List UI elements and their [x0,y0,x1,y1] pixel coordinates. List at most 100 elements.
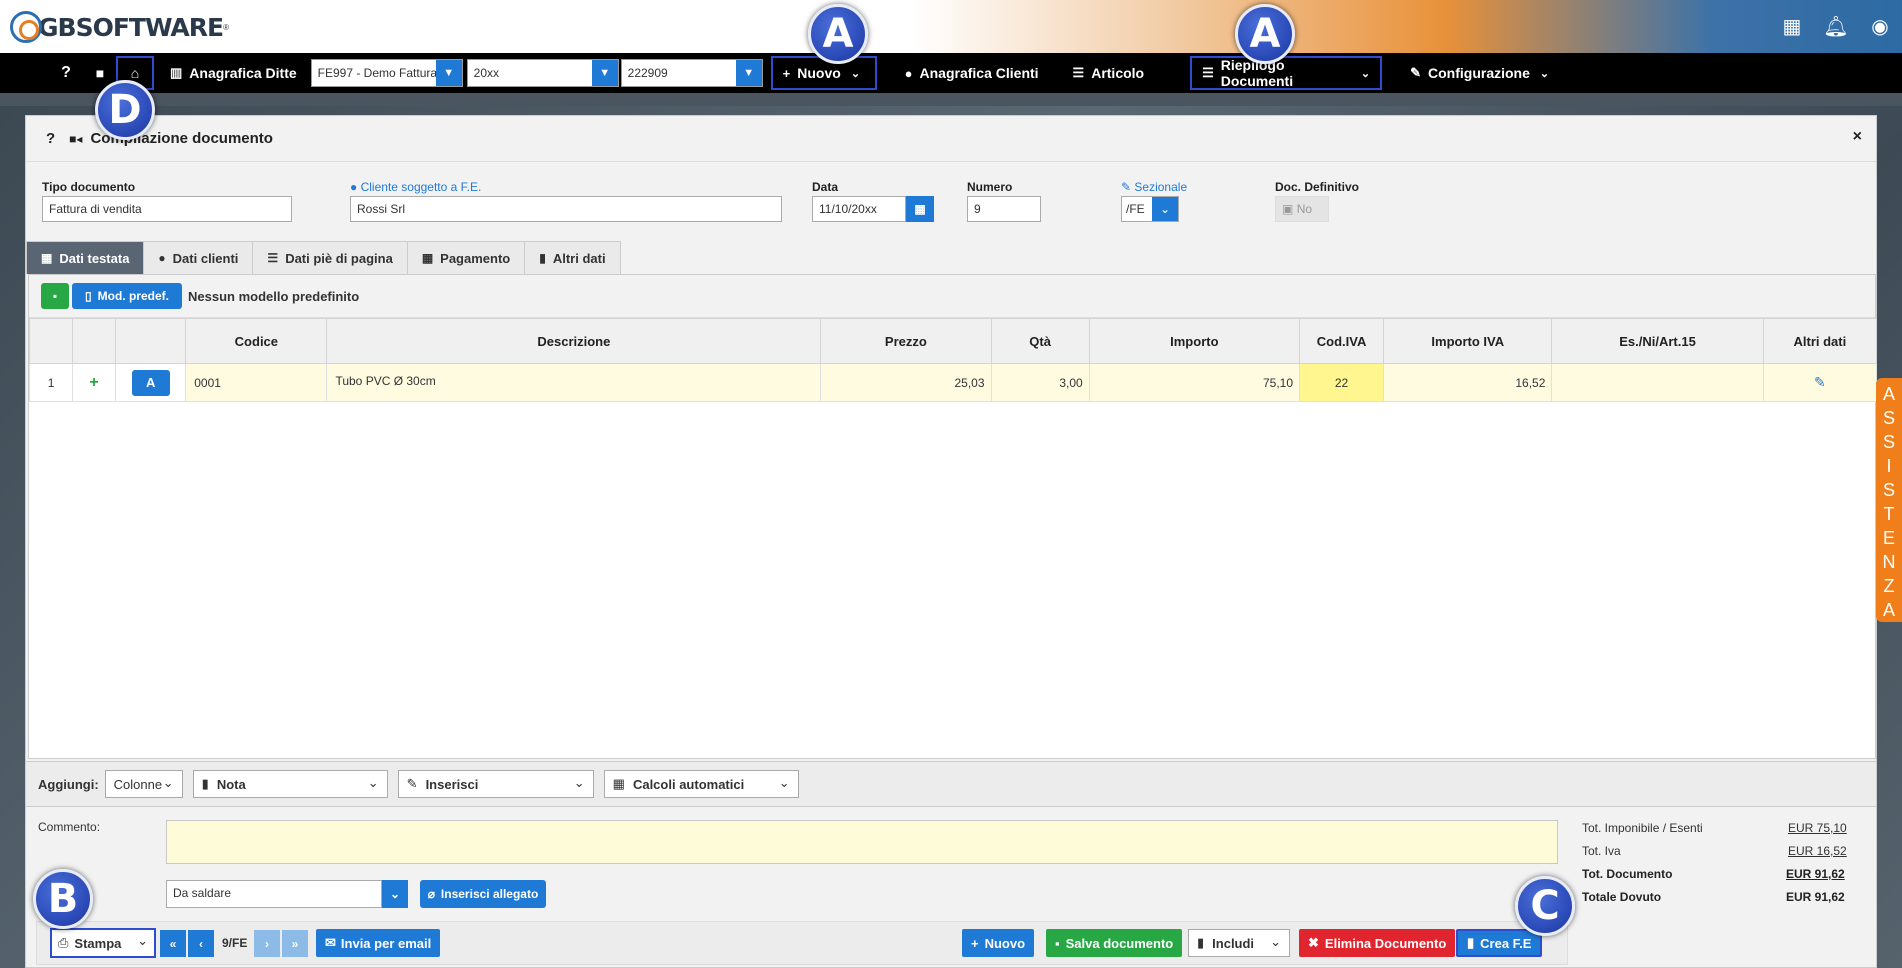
nuovo-menu[interactable]: + Nuovo ⌄ [770,56,877,90]
column-header[interactable]: Descrizione [326,318,822,364]
codice-cell[interactable]: 0001 [185,363,328,402]
nuovo-button[interactable]: + Nuovo [962,929,1035,957]
elimina-documento-button[interactable]: ✖ Elimina Documento [1299,929,1456,957]
tot-iva-value[interactable]: EUR 16,52 [1788,844,1847,858]
column-header[interactable]: Cod.IVA [1298,318,1385,364]
esenzione-cell[interactable] [1551,363,1764,402]
model-toolbar: ▪ ▯ Mod. predef. Nessun modello predefin… [29,275,1875,318]
stampa-select[interactable]: ⎙ Stampa ⌄ [50,928,156,958]
cliente-label[interactable]: ● Cliente soggetto a F.E. [350,180,481,194]
panel-help-button[interactable]: ? [46,130,55,147]
inserisci-allegato-button[interactable]: ⌀ Inserisci allegato [420,880,546,908]
next-page-button[interactable]: › [254,930,280,957]
code-select[interactable]: 222909 ▼ [620,59,763,87]
column-header [72,318,117,364]
colonne-select[interactable]: Colonne ⌄ [104,770,183,798]
riepilogo-documenti-menu[interactable]: ☰ Riepilogo Documenti ⌄ [1190,56,1383,90]
sezionale-select[interactable]: /FE ⌄ [1121,196,1179,222]
aggiungi-label: Aggiungi: [38,776,99,792]
column-header[interactable]: Prezzo [820,318,992,364]
stampa-label: Stampa [74,935,122,951]
importo-cell[interactable]: 75,10 [1088,363,1301,402]
mod-predef-label: Mod. predef. [97,289,169,303]
qta-cell[interactable]: 3,00 [990,363,1090,402]
calendar-button[interactable]: ▦ [906,196,934,222]
year-select-value: 20xx [473,66,500,80]
save-model-button[interactable]: ▪ [41,283,69,309]
tab-dati-testata[interactable]: ▦ Dati testata [26,241,145,274]
column-header[interactable]: Codice [185,318,328,364]
tab-label: Dati testata [59,250,130,266]
salva-documento-button[interactable]: ▪ Salva documento [1046,929,1183,957]
user-icon: ● [158,251,166,265]
crea-fe-button[interactable]: ▮ Crea F.E [1456,929,1543,957]
code-select-value: 222909 [627,66,668,80]
payment-status-dropdown[interactable]: ⌄ [382,880,408,908]
includi-select[interactable]: ▮ Includi ⌄ [1188,929,1290,957]
payment-status-value: Da saldare [173,886,232,900]
list-icon: ☰ [1072,65,1085,80]
assistenza-letter: E [1882,528,1895,548]
nota-select[interactable]: ▮ Nota ⌄ [192,770,388,798]
calcoli-select[interactable]: ▦ Calcoli automatici ⌄ [603,770,799,798]
cod-iva-cell[interactable]: 22 [1298,363,1385,402]
tab-pagamento[interactable]: ▦ Pagamento [406,241,526,274]
altri-dati-cell[interactable]: ✎ [1762,363,1878,402]
tipo-documento-field[interactable]: Fattura di vendita [42,196,292,222]
logo-mark [10,11,42,43]
prezzo-cell[interactable]: 25,03 [820,363,992,402]
add-row-button[interactable]: + [72,363,117,402]
cliente-field[interactable]: Rossi Srl [350,196,782,222]
tab-altri-dati[interactable]: ▮ Altri dati [524,241,621,274]
assistenza-side-tab[interactable]: ASSISTENZA [1876,378,1902,622]
tot-iva-label: Tot. Iva [1582,844,1621,858]
column-header [28,318,74,364]
anagrafica-ditte-link[interactable]: ▥ Anagrafica Ditte [160,56,307,90]
user-circle-icon[interactable]: ◉ [1858,14,1902,39]
data-field[interactable]: 11/10/20xx [812,196,906,222]
gb-software-logo[interactable]: GBSOFTWARE ® [10,8,229,46]
column-header[interactable]: Importo [1088,318,1301,364]
help-button[interactable]: ? [48,56,84,90]
column-header[interactable]: Qtà [990,318,1090,364]
sezionale-label[interactable]: ✎ Sezionale [1121,180,1187,194]
nuovo-button-label: Nuovo [984,935,1026,951]
first-page-button[interactable]: « [160,930,186,957]
tot-imponibile-value[interactable]: EUR 75,10 [1788,821,1847,835]
definitivo-toggle[interactable]: ▣ No [1275,196,1329,222]
column-header[interactable]: Es./Ni/Art.15 [1551,318,1764,364]
anagrafica-clienti-link[interactable]: ● Anagrafica Clienti [895,56,1049,90]
chevron-right-icon: › [265,936,269,951]
calculator-icon: ▦ [612,776,625,791]
tab-label: Dati piè di pagina [285,250,393,266]
tab-dati-clienti[interactable]: ● Dati clienti [143,241,254,274]
importo-iva-cell[interactable]: 16,52 [1383,363,1553,402]
tab-label: Altri dati [552,250,606,266]
mod-predef-button[interactable]: ▯ Mod. predef. [72,283,182,309]
apps-grid-icon[interactable]: ▦ [1770,14,1814,39]
company-select[interactable]: FE997 - Demo Fattura Web ▼ [310,59,463,87]
tab-dati-pie-di-pagina[interactable]: ☰ Dati piè di pagina [252,241,408,274]
numero-field[interactable]: 9 [967,196,1041,222]
articolo-link[interactable]: ☰ Articolo [1063,56,1155,90]
year-select[interactable]: 20xx ▼ [466,59,619,87]
commento-field[interactable] [166,820,1558,864]
descrizione-cell[interactable]: Tubo PVC Ø 30cm [326,363,822,402]
data-label: Data [812,180,839,194]
inserisci-select[interactable]: ✎ Inserisci ⌄ [397,770,594,798]
home-icon: ⌂ [130,65,140,81]
column-header[interactable]: Altri dati [1762,318,1878,364]
close-button[interactable]: × [1853,128,1862,146]
bell-icon[interactable]: 🔔︎ [1814,14,1858,39]
tot-documento-value[interactable]: EUR 91,62 [1786,867,1845,881]
totale-dovuto-value: EUR 91,62 [1786,890,1845,904]
lines-table: Codice Descrizione Prezzo Qtà Importo Co… [28,318,1878,402]
invia-email-button[interactable]: ✉ Invia per email [316,929,441,957]
user-icon: ● [350,180,358,194]
prev-page-button[interactable]: ‹ [188,930,214,957]
last-page-button[interactable]: » [282,930,308,957]
configurazione-menu[interactable]: ✎ Configurazione ⌄ [1400,56,1559,90]
row-type-button[interactable]: A [131,369,170,396]
column-header[interactable]: Importo IVA [1383,318,1553,364]
payment-status-select[interactable]: Da saldare [166,880,382,908]
